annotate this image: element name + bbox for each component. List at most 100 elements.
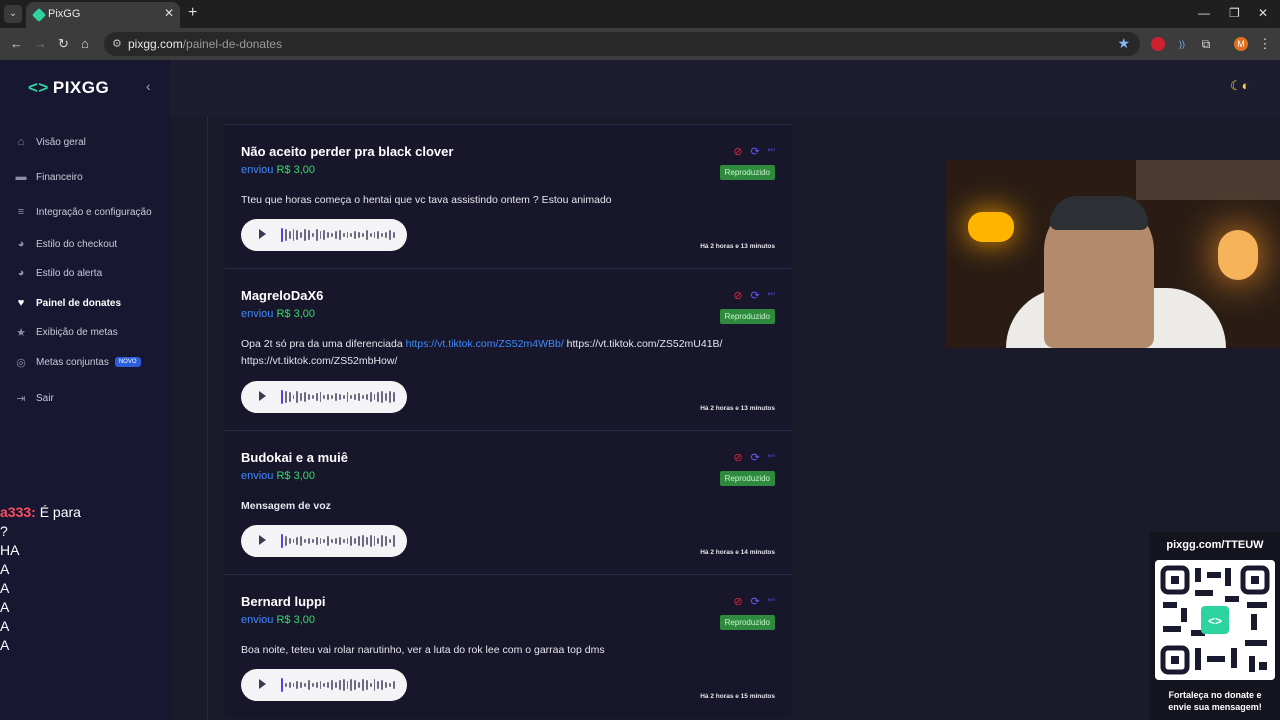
address-bar[interactable]: ⚙ pixgg.com/painel-de-donates ★ (104, 32, 1140, 56)
browser-tab[interactable]: PixGG ✕ (26, 2, 180, 28)
skip-icon[interactable]: ⏭ (768, 451, 775, 464)
waveform-bar (292, 395, 295, 399)
waveform-bar (346, 681, 349, 689)
puzzle-extensions-icon[interactable]: ⧉ (1199, 37, 1213, 51)
audio-player[interactable] (241, 381, 407, 413)
sidebar-item-sair[interactable]: ⇥ Sair (14, 392, 53, 406)
sidebar-item-label: Painel de donates (36, 297, 122, 309)
collapse-sidebar-icon[interactable]: ‹ (146, 78, 151, 94)
message-text: Opa 2t só pra da uma diferenciada (241, 338, 406, 350)
close-window-button[interactable]: ✕ (1258, 6, 1268, 20)
skip-icon[interactable]: ⏭ (768, 145, 775, 158)
waveform-bar (350, 395, 353, 399)
waveform[interactable] (281, 390, 395, 404)
waveform-bar (292, 683, 295, 687)
waveform-bar (323, 230, 326, 240)
block-icon[interactable]: ⊘ (733, 145, 742, 158)
sidebar-item-visao-geral[interactable]: ⌂ Visão geral (14, 136, 86, 148)
replay-icon[interactable]: ⟳ (751, 451, 760, 464)
block-icon[interactable]: ⊘ (733, 451, 742, 464)
block-icon[interactable]: ⊘ (733, 289, 742, 302)
forward-icon[interactable]: → (34, 36, 47, 51)
minimize-button[interactable]: — (1198, 6, 1210, 20)
waveform-bar (369, 233, 372, 237)
waveform-bar (331, 233, 334, 237)
site-info-icon[interactable]: ⚙ (112, 37, 122, 50)
waveform-bar (304, 392, 307, 402)
donor-name: MagreloDaX6 (241, 288, 324, 303)
qr-module (1195, 568, 1201, 582)
home-icon[interactable]: ⌂ (81, 36, 89, 51)
extension-icon[interactable] (1151, 37, 1165, 51)
waveform-bar (292, 539, 295, 543)
waveform-bar (346, 538, 349, 544)
play-icon[interactable] (259, 535, 266, 545)
waveform-bar (381, 233, 384, 237)
waveform-bar (284, 391, 287, 403)
donate-sent-line: enviou R$ 3,00 (241, 164, 315, 176)
block-icon[interactable]: ⊘ (733, 595, 742, 608)
browser-menu-icon[interactable]: ⋮ (1258, 37, 1272, 51)
restore-button[interactable]: ❐ (1229, 6, 1240, 20)
waveform-bar (311, 395, 314, 399)
audio-player[interactable] (241, 219, 407, 251)
waveform-bar (381, 391, 384, 403)
extension-icon[interactable]: )) (1175, 37, 1189, 51)
donate-sent-line: enviou R$ 3,00 (241, 614, 315, 626)
waveform-bar (346, 232, 349, 238)
sidebar-item-estilo-checkout[interactable]: ◕ Estilo do checkout (14, 238, 118, 250)
replay-icon[interactable]: ⟳ (751, 595, 760, 608)
sidebar-item-financeiro[interactable]: ▬ Financeiro (14, 171, 83, 183)
waveform-bar (288, 538, 291, 544)
play-icon[interactable] (259, 679, 266, 689)
waveform-bar (338, 680, 341, 690)
donate-icon: ♥ (17, 297, 25, 309)
close-tab-icon[interactable]: ✕ (164, 6, 174, 20)
theme-toggle-icon[interactable]: ☾◐ (1230, 78, 1250, 94)
skip-icon[interactable]: ⏭ (768, 289, 775, 302)
replay-icon[interactable]: ⟳ (751, 289, 760, 302)
play-icon[interactable] (259, 229, 266, 239)
profile-avatar[interactable]: M (1234, 37, 1248, 51)
replay-icon[interactable]: ⟳ (751, 145, 760, 158)
waveform-bar (304, 539, 307, 543)
audio-player[interactable] (241, 525, 407, 557)
waveform[interactable] (281, 228, 395, 242)
waveform-bar (342, 539, 345, 543)
audio-player[interactable] (241, 669, 407, 701)
sidebar-item-label: Financeiro (36, 171, 83, 183)
back-icon[interactable]: ← (10, 36, 23, 51)
donate-timestamp: Há 2 horas e 14 minutos (700, 549, 775, 556)
waveform[interactable] (281, 678, 395, 692)
pixgg-favicon-icon (31, 7, 47, 23)
sidebar-item-integracao[interactable]: ≡ Integração e configuração (14, 206, 152, 218)
message-link[interactable]: https://vt.tiktok.com/ZS52m4WBb/ (406, 338, 564, 350)
waveform-bar (335, 538, 337, 544)
sent-label: enviou (241, 308, 274, 320)
waveform-bar (308, 680, 310, 690)
qr-module (1259, 662, 1267, 670)
sidebar-item-metas-conjuntas[interactable]: ◎ Metas conjuntas NOVO (14, 356, 141, 369)
sidebar-item-painel-donates[interactable]: ♥ Painel de donates (14, 297, 121, 309)
donate-timestamp: Há 2 horas e 13 minutos (700, 243, 775, 250)
new-tab-button[interactable]: + (188, 4, 197, 22)
waveform-bar (358, 682, 361, 688)
waveform-bar (335, 682, 337, 688)
chat-line: A (0, 637, 10, 653)
waveform-bar (377, 231, 380, 239)
pixgg-logo-icon: <> (28, 78, 49, 97)
waveform-bar (284, 536, 287, 546)
sidebar-item-estilo-alerta[interactable]: ◕ Estilo do alerta (14, 267, 102, 279)
reload-icon[interactable]: ↻ (58, 36, 69, 52)
waveform[interactable] (281, 534, 395, 548)
bookmark-star-icon[interactable]: ★ (1117, 35, 1130, 52)
sidebar-item-exibicao-metas[interactable]: ★ Exibição de metas (14, 326, 118, 340)
qr-module (1231, 648, 1237, 668)
pixgg-logo[interactable]: <> PIXGG (28, 78, 109, 98)
donate-timestamp: Há 2 horas e 13 minutos (700, 405, 775, 412)
waveform-bar (319, 392, 322, 402)
tab-search-button[interactable]: ⌄ (4, 5, 22, 23)
play-icon[interactable] (259, 391, 266, 401)
qr-module (1249, 656, 1255, 672)
skip-icon[interactable]: ⏭ (768, 595, 775, 608)
